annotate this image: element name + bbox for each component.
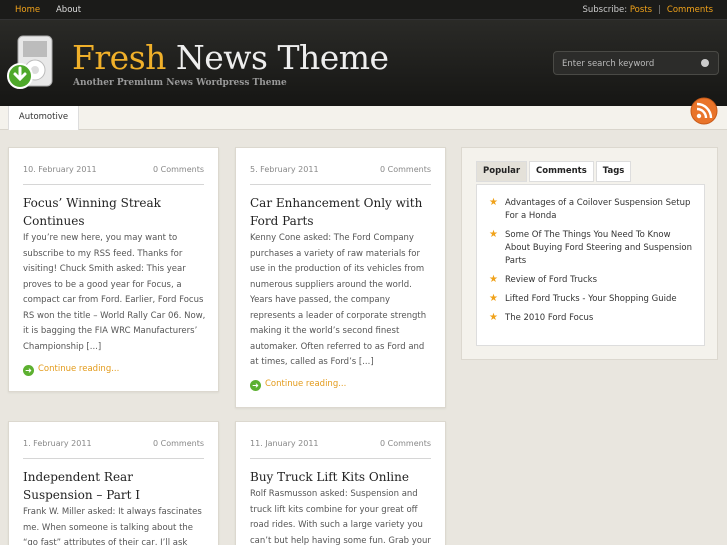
list-item-label: Advantages of a Coilover Suspension Setu… bbox=[505, 198, 691, 221]
list-item[interactable]: ★ Review of Ford Trucks bbox=[487, 274, 694, 287]
search-button[interactable] bbox=[701, 59, 709, 67]
post-card: 10. February 2011 0 Comments Focus’ Winn… bbox=[8, 147, 219, 392]
post-excerpt: Rolf Rasmusson asked: Suspension and tru… bbox=[250, 489, 431, 545]
nav-home-link[interactable]: Home bbox=[15, 5, 53, 15]
star-icon: ★ bbox=[489, 293, 498, 304]
list-item[interactable]: ★ The 2010 Ford Focus bbox=[487, 312, 694, 325]
star-icon: ★ bbox=[489, 229, 498, 240]
tab-tags[interactable]: Tags bbox=[595, 161, 632, 182]
top-bar: Home About Subscribe: Posts | Comments bbox=[0, 0, 727, 20]
subscribe-comments-link[interactable]: Comments bbox=[667, 5, 713, 15]
list-item[interactable]: ★ Lifted Ford Trucks - Your Shopping Guid… bbox=[487, 293, 694, 306]
subscribe-posts-link[interactable]: Posts bbox=[630, 5, 652, 15]
search-box bbox=[553, 51, 719, 75]
continue-reading-label: Continue reading... bbox=[265, 379, 347, 389]
star-icon: ★ bbox=[489, 274, 498, 285]
list-item-label: Lifted Ford Trucks - Your Shopping Guide bbox=[505, 294, 677, 304]
post-card: 11. January 2011 0 Comments Buy Truck Li… bbox=[235, 421, 446, 545]
popular-posts-list: ★ Advantages of a Coilover Suspension Set… bbox=[487, 197, 694, 331]
post-title[interactable]: Car Enhancement Only with Ford Parts bbox=[250, 194, 433, 230]
post-comments-link[interactable]: 0 Comments bbox=[153, 165, 204, 174]
category-tab-automotive[interactable]: Automotive bbox=[8, 106, 79, 130]
post-comments-link[interactable]: 0 Comments bbox=[380, 439, 431, 448]
site-tagline: Another Premium News Wordpress Theme bbox=[73, 78, 287, 88]
post-title[interactable]: Independent Rear Suspension – Part I bbox=[23, 468, 206, 504]
site-title[interactable]: Fresh News Theme bbox=[72, 38, 389, 77]
post-date: 5. February 2011 bbox=[250, 165, 319, 174]
post-title[interactable]: Focus’ Winning Streak Continues bbox=[23, 194, 206, 230]
post-card: 5. February 2011 0 Comments Car Enhancem… bbox=[235, 147, 446, 408]
post-date: 10. February 2011 bbox=[23, 165, 97, 174]
subscribe-label: Subscribe: bbox=[582, 5, 628, 15]
arrow-right-circle-icon: ➜ bbox=[250, 380, 261, 391]
continue-reading-link[interactable]: ➜ Continue reading... bbox=[23, 364, 119, 376]
list-item-label: Some Of The Things You Need To Know Abou… bbox=[505, 230, 692, 266]
category-bar: Automotive bbox=[0, 106, 727, 130]
rss-feed-icon[interactable] bbox=[690, 97, 718, 125]
continue-reading-link[interactable]: ➜ Continue reading... bbox=[250, 379, 346, 391]
post-excerpt: Frank W. Miller asked: It always fascina… bbox=[23, 507, 202, 545]
post-comments-link[interactable]: 0 Comments bbox=[153, 439, 204, 448]
post-meta: 1. February 2011 0 Comments bbox=[23, 439, 204, 459]
continue-reading-label: Continue reading... bbox=[38, 364, 120, 374]
sidebar-widget: Popular Comments Tags ★ Advantages of a Coi… bbox=[461, 147, 718, 360]
site-header: Fresh News Theme Another Premium News Wo… bbox=[0, 20, 727, 106]
post-meta: 10. February 2011 0 Comments bbox=[23, 165, 204, 185]
post-date: 1. February 2011 bbox=[23, 439, 92, 448]
tab-comments[interactable]: Comments bbox=[529, 161, 594, 182]
subscribe-separator: | bbox=[658, 5, 661, 15]
ipod-download-icon[interactable] bbox=[6, 34, 58, 92]
search-input[interactable] bbox=[562, 57, 694, 70]
site-title-rest: News Theme bbox=[165, 38, 389, 77]
list-item-label: The 2010 Ford Focus bbox=[505, 313, 594, 323]
arrow-right-circle-icon: ➜ bbox=[23, 365, 34, 376]
nav-about-link[interactable]: About bbox=[56, 5, 94, 15]
list-item[interactable]: ★ Advantages of a Coilover Suspension Set… bbox=[487, 197, 694, 223]
tab-popular[interactable]: Popular bbox=[476, 161, 528, 182]
top-nav: Home About bbox=[15, 5, 94, 15]
star-icon: ★ bbox=[489, 197, 498, 208]
site-title-fresh: Fresh bbox=[72, 38, 166, 77]
post-meta: 5. February 2011 0 Comments bbox=[250, 165, 431, 185]
popular-posts-panel: ★ Advantages of a Coilover Suspension Set… bbox=[476, 184, 705, 346]
subscribe-links: Subscribe: Posts | Comments bbox=[583, 5, 714, 15]
list-item[interactable]: ★ Some Of The Things You Need To Know Abo… bbox=[487, 229, 694, 268]
post-title[interactable]: Buy Truck Lift Kits Online bbox=[250, 468, 433, 486]
list-item-label: Review of Ford Trucks bbox=[505, 275, 598, 285]
post-card: 1. February 2011 0 Comments Independent … bbox=[8, 421, 219, 545]
post-excerpt: If you’re new here, you may want to subs… bbox=[23, 233, 206, 352]
post-date: 11. January 2011 bbox=[250, 439, 319, 448]
post-excerpt: Kenny Cone asked: The Ford Company purch… bbox=[250, 233, 427, 367]
sidebar-tabs: Popular Comments Tags bbox=[476, 161, 633, 182]
post-comments-link[interactable]: 0 Comments bbox=[380, 165, 431, 174]
post-meta: 11. January 2011 0 Comments bbox=[250, 439, 431, 459]
star-icon: ★ bbox=[489, 312, 498, 323]
